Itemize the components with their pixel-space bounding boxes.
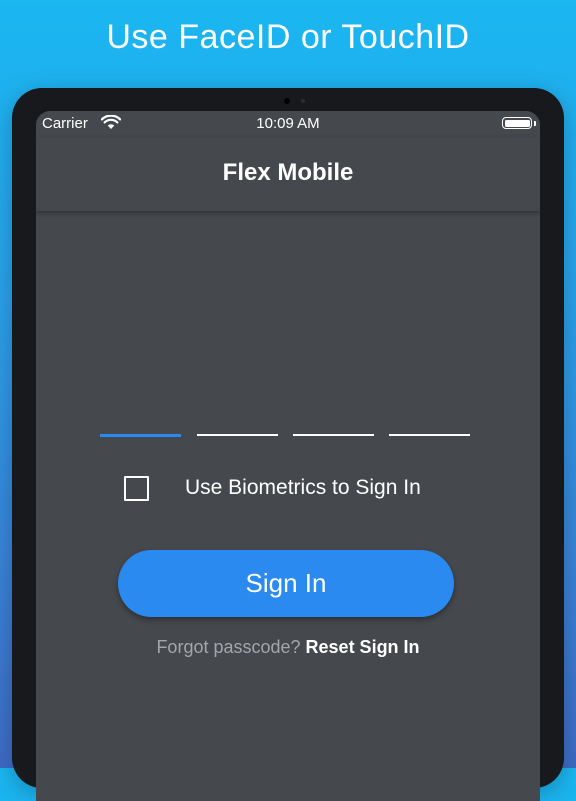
passcode-digit-3[interactable] [293,434,374,436]
biometrics-checkbox[interactable] [124,476,149,501]
passcode-digit-1[interactable] [100,434,181,437]
camera-sensor [301,99,305,103]
tablet-frame: Carrier 10:09 AM Flex Mobile Use Biometr… [12,88,564,801]
app-screen: Carrier 10:09 AM Flex Mobile Use Biometr… [36,111,540,801]
passcode-input[interactable] [100,434,472,438]
biometrics-label: Use Biometrics to Sign In [185,476,421,499]
page-title: Flex Mobile [222,159,354,186]
battery-level-fill [504,119,530,127]
status-bar: Carrier 10:09 AM [36,111,540,137]
status-time: 10:09 AM [256,115,320,132]
navigation-bar: Flex Mobile [36,137,540,211]
passcode-digit-2[interactable] [197,434,278,436]
biometrics-option[interactable]: Use Biometrics to Sign In [36,475,540,505]
forgot-passcode-text: Forgot passcode? [156,637,306,657]
passcode-digit-4[interactable] [389,434,470,436]
sign-in-button[interactable]: Sign In [118,550,454,617]
front-camera [284,98,290,104]
battery-icon [502,117,532,129]
forgot-passcode-row: Forgot passcode? Reset Sign In [36,637,540,658]
battery-tip [534,121,536,126]
marketing-headline: Use FaceID or TouchID [106,18,470,56]
reset-sign-in-link[interactable]: Reset Sign In [306,637,420,657]
